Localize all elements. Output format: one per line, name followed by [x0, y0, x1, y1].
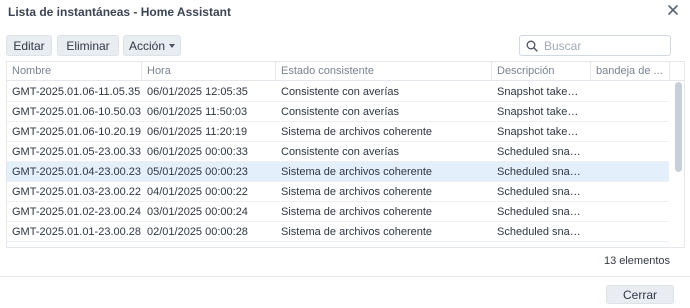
table-row[interactable]: GMT-2025.01.06-10.50.03 06/01/2025 11:50:…: [7, 102, 669, 122]
table-row[interactable]: GMT-2025.01.06-10.20.19 06/01/2025 11:20:…: [7, 122, 669, 142]
action-dropdown-button[interactable]: Acción: [123, 35, 181, 56]
close-icon[interactable]: [666, 3, 680, 17]
snapshot-time-cell: 04/01/2025 00:00:22: [147, 186, 248, 198]
action-button-label: Acción: [128, 38, 166, 53]
column-header-consistency[interactable]: Estado consistente: [276, 62, 492, 81]
snapshot-description-cell: Scheduled snapshot ...: [497, 166, 584, 178]
delete-button-label: Eliminar: [66, 38, 110, 53]
snapshot-consistency-cell: Sistema de archivos coherente: [281, 206, 433, 218]
edit-button-label: Editar: [13, 38, 45, 53]
snapshot-time-cell: 06/01/2025 00:00:33: [147, 146, 248, 158]
table-row[interactable]: GMT-2025.01.05-23.00.33 06/01/2025 00:00:…: [7, 142, 669, 162]
snapshot-consistency-cell: Sistema de archivos coherente: [276, 242, 492, 247]
window-title: Lista de instantáneas - Home Assistant: [8, 5, 231, 19]
table-header: Nombre Hora Estado consistente Descripci…: [7, 62, 684, 81]
chevron-down-icon: [169, 43, 176, 48]
column-header-tray[interactable]: bandeja de ...: [591, 62, 670, 81]
vertical-scrollbar[interactable]: [675, 82, 682, 246]
close-button[interactable]: Cerrar: [606, 285, 674, 304]
snapshot-consistency-cell: Consistente con averías: [281, 106, 400, 118]
snapshot-name-cell: GMT-2025.01.02-23.00.24: [12, 206, 142, 218]
edit-button[interactable]: Editar: [6, 35, 52, 56]
snapshot-name-cell: GMT-2025.01.06-10.20.19: [12, 126, 142, 138]
snapshot-consistency-cell: Sistema de archivos coherente: [281, 226, 433, 238]
footer-divider: [0, 276, 690, 277]
snapshot-time-cell: 06/01/2025 11:50:03: [147, 106, 248, 118]
table-row[interactable]: GMT-2025.01.02-23.00.24 03/01/2025 00:00:…: [7, 202, 669, 222]
snapshot-consistency-cell: Sistema de archivos coherente: [281, 166, 433, 178]
snapshot-name-cell: GMT-2024.12.31-23.00.26: [7, 242, 142, 247]
scrollbar-thumb[interactable]: [675, 82, 682, 172]
snapshot-time-cell: 03/01/2025 00:00:24: [147, 206, 248, 218]
table-row[interactable]: GMT-2025.01.01-23.00.28 02/01/2025 00:00:…: [7, 222, 669, 242]
snapshot-consistency-cell: Sistema de archivos coherente: [281, 186, 433, 198]
close-button-label: Cerrar: [622, 287, 657, 302]
table-row[interactable]: GMT-2025.01.06-11.05.35 06/01/2025 12:05:…: [7, 82, 669, 102]
search-icon: [526, 40, 538, 52]
table-body: GMT-2025.01.06-11.05.35 06/01/2025 12:05:…: [7, 82, 684, 247]
snapshot-time-cell: 06/01/2025 12:05:35: [147, 86, 248, 98]
snapshot-description-cell: Snapshot taken by ...: [497, 86, 584, 98]
table-row[interactable]: GMT-2025.01.03-23.00.22 04/01/2025 00:00:…: [7, 182, 669, 202]
snapshot-description-cell: Scheduled snapshot ...: [492, 242, 584, 247]
snapshot-consistency-cell: Consistente con averías: [281, 146, 400, 158]
column-header-name[interactable]: Nombre: [7, 62, 142, 81]
item-count: 13 elementos: [603, 255, 670, 267]
delete-button[interactable]: Eliminar: [57, 35, 119, 56]
snapshot-time-cell: 06/01/2025 11:20:19: [147, 126, 248, 138]
snapshot-time-cell: 02/01/2025 00:00:28: [147, 226, 248, 238]
column-header-time[interactable]: Hora: [142, 62, 276, 81]
snapshot-consistency-cell: Sistema de archivos coherente: [281, 126, 433, 138]
snapshot-name-cell: GMT-2025.01.01-23.00.28: [12, 226, 142, 238]
snapshot-description-cell: Snapshot taken by ...: [497, 126, 584, 138]
search-input[interactable]: [544, 38, 666, 53]
snapshot-name-cell: GMT-2025.01.05-23.00.33: [12, 146, 142, 158]
snapshot-description-cell: Scheduled snapshot ...: [497, 206, 584, 218]
window-titlebar: Lista de instantáneas - Home Assistant: [0, 0, 690, 24]
table-row[interactable]: GMT-2025.01.04-23.00.23 05/01/2025 00:00:…: [7, 162, 669, 182]
snapshot-consistency-cell: Consistente con averías: [281, 86, 400, 98]
table-row[interactable]: GMT-2024.12.31-23.00.2601/01/2025 00:00:…: [7, 242, 669, 247]
snapshot-time-cell: 05/01/2025 00:00:23: [147, 166, 248, 178]
snapshot-description-cell: Snapshot taken by ...: [497, 106, 584, 118]
snapshot-description-cell: Scheduled snapshot ...: [497, 146, 584, 158]
snapshot-description-cell: Scheduled snapshot ...: [497, 226, 584, 238]
snapshot-name-cell: GMT-2025.01.06-11.05.35: [12, 86, 141, 98]
snapshot-table: Nombre Hora Estado consistente Descripci…: [6, 61, 685, 248]
snapshot-description-cell: Scheduled snapshot ...: [497, 186, 584, 198]
snapshot-name-cell: GMT-2025.01.03-23.00.22: [12, 186, 142, 198]
snapshot-name-cell: GMT-2025.01.04-23.00.23: [12, 166, 142, 178]
search-box[interactable]: [519, 35, 671, 56]
column-header-description[interactable]: Descripción: [492, 62, 591, 81]
snapshot-name-cell: GMT-2025.01.06-10.50.03: [12, 106, 142, 118]
snapshot-time-cell: 01/01/2025 00:00:26: [142, 242, 276, 247]
